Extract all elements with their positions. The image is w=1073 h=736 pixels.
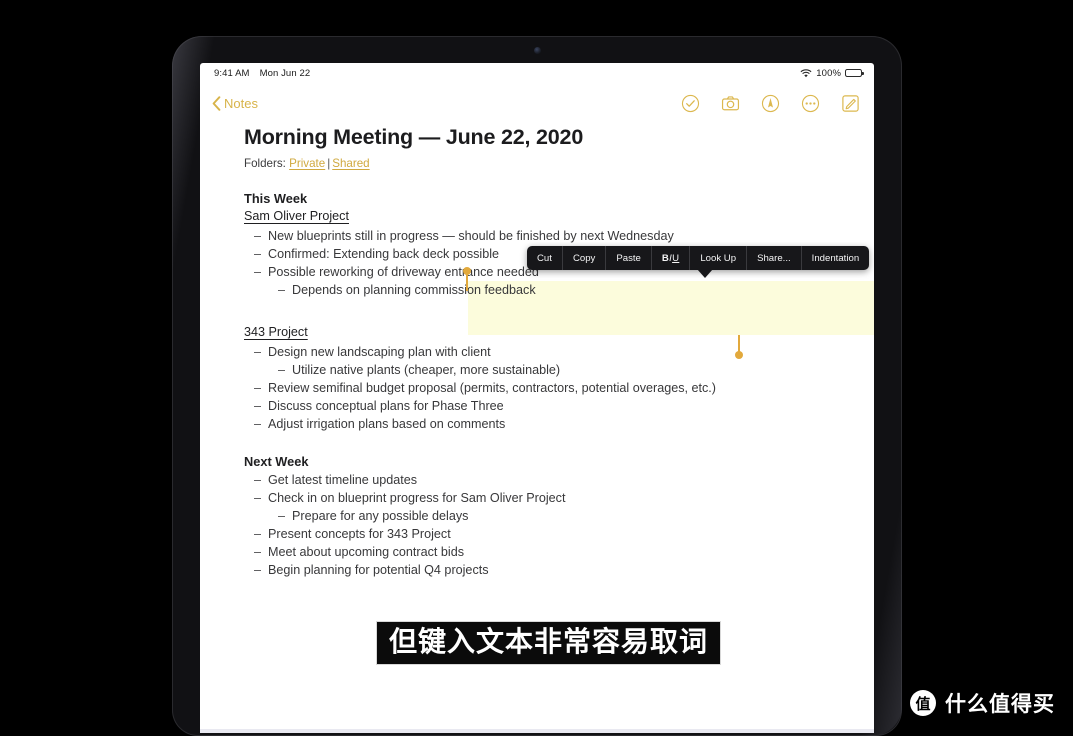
list-item[interactable]: Adjust irrigation plans based on comment… — [244, 415, 830, 433]
subtitle-caption: 但键入文本非常容易取词 — [376, 621, 722, 665]
watermark-logo-icon: 值 — [910, 690, 936, 716]
list-item[interactable]: New blueprints still in progress — shoul… — [244, 227, 830, 245]
back-to-notes-button[interactable]: Notes — [212, 96, 258, 111]
format-bold-label: B — [661, 252, 670, 264]
note-title: Morning Meeting — June 22, 2020 — [244, 125, 584, 149]
list-item[interactable]: Review semifinal budget proposal (permit… — [244, 379, 830, 397]
list-item[interactable]: Check in on blueprint progress for Sam O… — [244, 489, 830, 507]
folder-link-shared[interactable]: Shared — [332, 157, 369, 170]
text-context-menu: Cut Copy Paste BIU Look Up Share... Inde… — [527, 246, 870, 270]
format-underline-label: U — [672, 252, 680, 264]
status-time: 9:41 AM — [214, 67, 250, 79]
watermark: 值 什么值得买 — [910, 688, 1055, 718]
folders-label: Folders: — [244, 157, 286, 170]
note-list-next-week: Get latest timeline updates Check in on … — [244, 471, 830, 579]
wifi-icon — [800, 68, 812, 77]
section-heading-next-week: Next Week — [244, 454, 309, 469]
context-menu-item-paste[interactable]: Paste — [606, 246, 652, 270]
status-date: Mon Jun 22 — [259, 67, 311, 79]
navigation-bar: Notes — [200, 83, 874, 123]
note-toolbar — [681, 94, 860, 113]
section-subheading-343-project[interactable]: 343 Project — [244, 325, 308, 339]
checklist-icon[interactable] — [681, 94, 700, 113]
front-camera-icon — [534, 47, 541, 54]
list-item[interactable]: Utilize native plants (cheaper, more sus… — [244, 361, 830, 379]
watermark-text: 什么值得买 — [945, 692, 1055, 716]
battery-full-icon — [845, 68, 864, 78]
status-bar-left: 9:41 AM Mon Jun 22 — [214, 68, 310, 79]
context-menu-item-share[interactable]: Share... — [747, 246, 802, 270]
context-menu-item-indentation[interactable]: Indentation — [802, 246, 869, 270]
status-bar-right: 100% — [800, 67, 864, 79]
list-item[interactable]: Meet about upcoming contract bids — [244, 543, 830, 561]
list-item[interactable]: Begin planning for potential Q4 projects — [244, 561, 830, 579]
context-menu-item-copy[interactable]: Copy — [563, 246, 607, 270]
chevron-left-icon — [212, 95, 221, 111]
list-item[interactable]: Get latest timeline updates — [244, 471, 830, 489]
selection-handle-start-knob[interactable] — [463, 267, 471, 275]
more-options-icon[interactable] — [801, 94, 820, 113]
context-menu-item-cut[interactable]: Cut — [527, 246, 563, 270]
context-menu-item-format-biu[interactable]: BIU — [652, 246, 691, 270]
compose-icon[interactable] — [841, 94, 860, 113]
selection-handle-end[interactable] — [735, 335, 743, 359]
folders-line: Folders: Private | Shared — [244, 157, 830, 170]
context-menu-arrow — [697, 269, 713, 278]
folder-link-private[interactable]: Private — [289, 157, 325, 170]
markup-pen-icon[interactable] — [761, 94, 780, 113]
battery-percent-label: 100% — [816, 67, 841, 79]
section-subheading-sam-oliver-project[interactable]: Sam Oliver Project — [244, 209, 349, 223]
back-button-label: Notes — [224, 95, 258, 111]
screen-bottom-edge — [200, 729, 874, 733]
list-item[interactable]: Present concepts for 343 Project — [244, 525, 830, 543]
note-content: Morning Meeting — June 22, 2020 Folders:… — [200, 123, 874, 579]
context-menu-item-look-up[interactable]: Look Up — [690, 246, 748, 270]
selection-handle-start[interactable] — [463, 267, 471, 291]
status-bar: 9:41 AM Mon Jun 22 100% — [200, 63, 874, 83]
list-item[interactable]: Discuss conceptual plans for Phase Three — [244, 397, 830, 415]
selection-handle-end-knob[interactable] — [735, 351, 743, 359]
camera-icon[interactable] — [721, 94, 740, 113]
list-item[interactable]: Prepare for any possible delays — [244, 507, 830, 525]
section-heading-this-week: This Week — [244, 191, 308, 206]
